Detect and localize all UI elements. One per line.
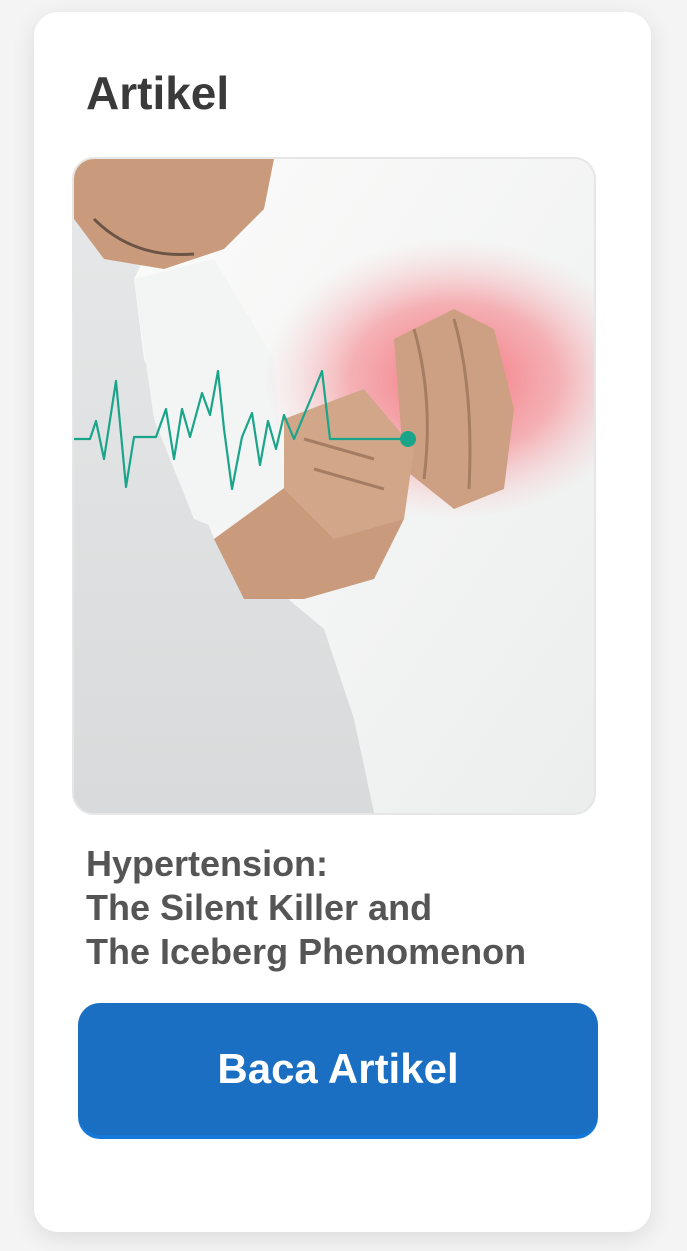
heart-attack-illustration: [74, 159, 594, 813]
article-image[interactable]: [72, 157, 596, 815]
article-title: Hypertension: The Silent Killer and The …: [86, 842, 606, 974]
article-title-line: The Silent Killer and: [86, 887, 433, 928]
section-title: Artikel: [86, 67, 230, 119]
read-article-button[interactable]: Baca Artikel: [78, 1003, 598, 1135]
article-card: Artikel Hypertension: The Silent Killer …: [34, 12, 651, 1232]
heartbeat-dot: [400, 431, 416, 447]
article-title-line: The Iceberg Phenomenon: [86, 931, 527, 972]
article-title-line: Hypertension:: [86, 843, 329, 884]
